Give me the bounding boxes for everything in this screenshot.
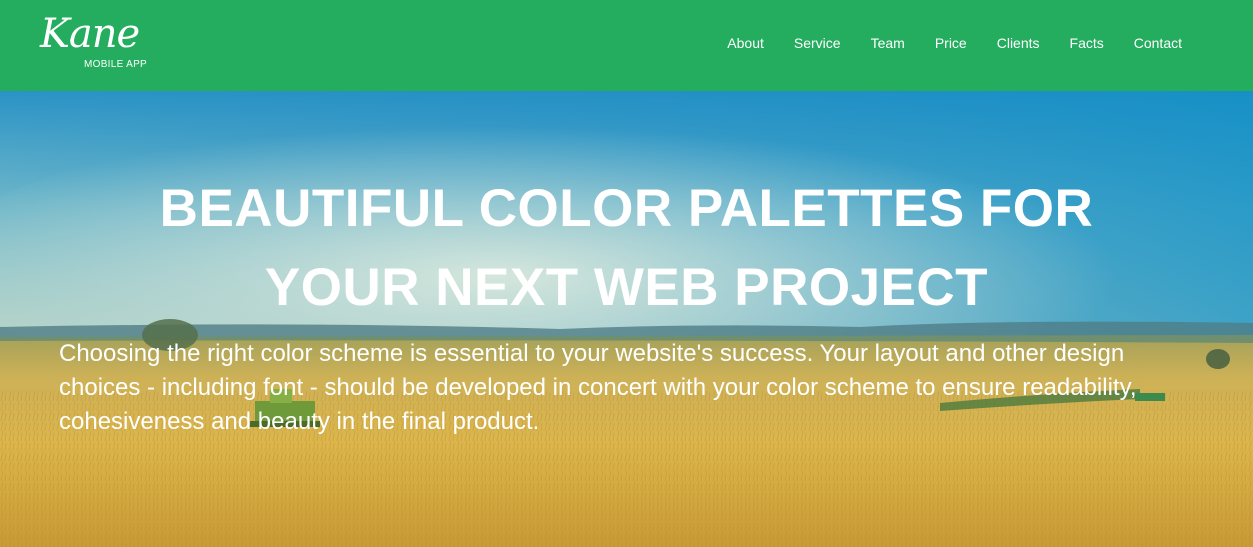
nav-link-clients[interactable]: Clients (982, 35, 1055, 51)
brand-logo[interactable]: Kane MOBILE APP (40, 14, 170, 76)
nav-link-contact[interactable]: Contact (1119, 35, 1182, 51)
logo-wordmark: Kane (40, 11, 140, 57)
nav-link-about[interactable]: About (712, 35, 779, 51)
logo-tagline: MOBILE APP (84, 59, 148, 70)
nav-link-facts[interactable]: Facts (1055, 35, 1119, 51)
hero-heading: BEAUTIFUL COLOR PALETTES FOR YOUR NEXT W… (159, 179, 1094, 317)
nav-link-service[interactable]: Service (779, 35, 856, 51)
hero-section: BEAUTIFUL COLOR PALETTES FOR YOUR NEXT W… (0, 91, 1253, 547)
hero-description: Choosing the right color scheme is essen… (59, 340, 1137, 435)
main-nav: About Service Team Price Clients Facts C… (712, 0, 1182, 86)
top-navbar: Kane MOBILE APP About Service Team Price… (0, 0, 1253, 91)
nav-link-price[interactable]: Price (920, 35, 982, 51)
nav-link-team[interactable]: Team (856, 35, 920, 51)
